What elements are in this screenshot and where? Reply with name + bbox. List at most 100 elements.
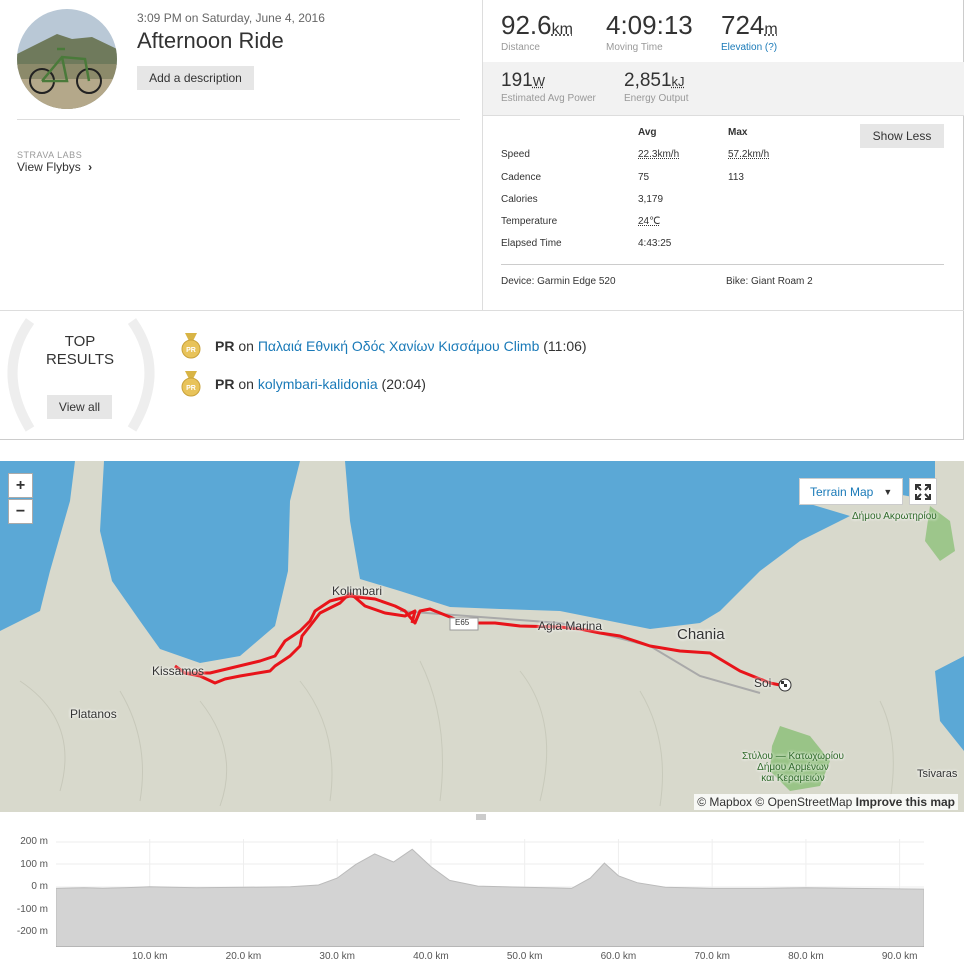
pr-time: (11:06) bbox=[543, 338, 587, 354]
distance-value: 92.6 bbox=[501, 10, 552, 40]
view-flybys-label: View Flybys bbox=[17, 160, 81, 174]
row-label-calories: Calories bbox=[501, 194, 538, 205]
finish-flag-icon bbox=[778, 678, 792, 692]
elevation-stat: 724m Elevation (?) bbox=[721, 10, 778, 53]
segment-link[interactable]: kolymbari-kalidonia bbox=[258, 376, 378, 392]
max-column-header: Max bbox=[728, 127, 748, 138]
top-results-line2: RESULTS bbox=[45, 351, 115, 368]
top-results-line1: TOP bbox=[64, 333, 96, 350]
map-label-chania: Chania bbox=[677, 626, 725, 643]
mapbox-attribution-link[interactable]: © Mapbox bbox=[697, 795, 752, 809]
x-tick-label: 60.0 km bbox=[600, 951, 637, 962]
pr-medal-label: PR bbox=[186, 347, 196, 354]
x-tick-label: 80.0 km bbox=[788, 951, 824, 962]
route-map[interactable]: Kolimbari Kissamos Platanos Agia Marina … bbox=[0, 461, 964, 812]
bike-info: Bike: Giant Roam 2 bbox=[726, 276, 813, 287]
calories-avg: 3,179 bbox=[638, 194, 664, 205]
moving-time-stat: 4:09:13 Moving Time bbox=[606, 10, 693, 53]
energy-stat: 2,851kJ Energy Output bbox=[624, 70, 688, 104]
distance-stat: 92.6km Distance bbox=[501, 10, 573, 53]
row-label-temperature: Temperature bbox=[501, 216, 558, 227]
speed-max: 57.2km/h bbox=[728, 149, 770, 160]
map-attribution: © Mapbox © OpenStreetMap Improve this ma… bbox=[694, 794, 958, 810]
map-label-stylos-line2: Δήμου Αρμένων bbox=[757, 762, 829, 773]
fullscreen-button[interactable] bbox=[909, 478, 937, 505]
x-tick-label: 30.0 km bbox=[319, 951, 355, 962]
elapsed-time-avg: 4:43:25 bbox=[638, 238, 672, 249]
power-unit: W bbox=[532, 74, 545, 89]
x-tick-label: 10.0 km bbox=[131, 951, 168, 962]
row-label-cadence: Cadence bbox=[501, 172, 542, 183]
map-label-stylos: Στύλου — Κατωχωρίου Δήμου Αρμένων και Κε… bbox=[742, 751, 844, 784]
energy-unit: kJ bbox=[671, 74, 685, 89]
elevation-help-link[interactable]: Elevation (?) bbox=[721, 42, 778, 53]
power-row: 191W Estimated Avg Power 2,851kJ Energy … bbox=[483, 62, 964, 116]
divider bbox=[501, 264, 944, 265]
power-label: Estimated Avg Power bbox=[501, 93, 596, 104]
map-label-road: E65 bbox=[455, 618, 470, 627]
segment-link[interactable]: Παλαιά Εθνική Οδός Χανίων Κισσάμου Climb bbox=[258, 338, 540, 354]
cadence-avg: 75 bbox=[638, 172, 650, 183]
top-results-title: TOP RESULTS bbox=[0, 333, 160, 369]
avg-column-header: Avg bbox=[638, 127, 657, 138]
osm-attribution-link[interactable]: © OpenStreetMap bbox=[755, 795, 852, 809]
energy-label: Energy Output bbox=[624, 93, 689, 104]
energy-value: 2,851 bbox=[624, 70, 672, 91]
map-label-souda: Soi bbox=[754, 676, 772, 690]
row-label-speed: Speed bbox=[501, 149, 530, 160]
activity-date: 3:09 PM on Saturday, June 4, 2016 bbox=[137, 11, 325, 25]
moving-time-label: Moving Time bbox=[606, 42, 663, 53]
pr-label: PR bbox=[215, 376, 235, 392]
view-flybys-link[interactable]: View Flybys › bbox=[17, 160, 92, 174]
x-tick-label: 50.0 km bbox=[506, 951, 543, 962]
power-stat: 191W Estimated Avg Power bbox=[501, 70, 596, 104]
improve-map-link[interactable]: Improve this map bbox=[856, 795, 955, 809]
chevron-right-icon: › bbox=[88, 160, 93, 174]
show-less-button[interactable]: Show Less bbox=[860, 124, 944, 148]
map-label-stylos-line1: Στύλου — Κατωχωρίου bbox=[742, 751, 844, 762]
resize-handle-icon[interactable] bbox=[475, 813, 487, 821]
elevation-value: 724 bbox=[721, 10, 765, 40]
view-all-button[interactable]: View all bbox=[47, 395, 112, 419]
pr-medal-icon: PR bbox=[181, 333, 201, 359]
cadence-max: 113 bbox=[728, 172, 744, 183]
map-label-stylos-line3: και Κεραμειών bbox=[761, 773, 825, 784]
elevation-unit: m bbox=[764, 21, 778, 38]
map-label-platanos: Platanos bbox=[70, 707, 117, 721]
zoom-in-button[interactable]: + bbox=[8, 473, 33, 498]
pr-time: (20:04) bbox=[381, 376, 426, 392]
row-label-elapsed-time: Elapsed Time bbox=[501, 238, 562, 249]
strava-labs-label: STRAVA LABS bbox=[17, 150, 83, 160]
moving-time-value: 4:09:13 bbox=[606, 10, 693, 40]
x-tick-label: 40.0 km bbox=[413, 951, 449, 962]
divider bbox=[17, 119, 460, 120]
pr-medal-icon: PR bbox=[181, 371, 201, 397]
activity-title: Afternoon Ride bbox=[137, 28, 284, 53]
add-description-button[interactable]: Add a description bbox=[137, 66, 254, 90]
elevation-chart[interactable]: 200 m 100 m 0 m -100 m -200 m 10.0 km 20.… bbox=[0, 825, 964, 976]
distance-unit: km bbox=[551, 21, 573, 38]
fullscreen-icon bbox=[915, 483, 931, 500]
map-label-akrotiri: Δήμου Ακρωτηρίου bbox=[852, 511, 937, 522]
zoom-out-button[interactable]: − bbox=[8, 499, 33, 524]
x-tick-label: 20.0 km bbox=[225, 951, 262, 962]
caret-down-icon: ▼ bbox=[883, 486, 893, 497]
pr-medal-label: PR bbox=[186, 385, 196, 392]
map-type-label: Terrain Map bbox=[810, 484, 874, 499]
pr-on-label: on bbox=[238, 338, 254, 354]
device-info: Device: Garmin Edge 520 bbox=[501, 276, 616, 287]
temperature-avg: 24℃ bbox=[638, 216, 661, 227]
distance-label: Distance bbox=[501, 42, 540, 53]
map-label-agia-marina: Agia Marina bbox=[538, 619, 603, 633]
stats-panel: 92.6km Distance 4:09:13 Moving Time 724m… bbox=[482, 0, 964, 310]
x-axis-labels: 10.0 km 20.0 km 30.0 km 40.0 km 50.0 km 60.0 … bbox=[0, 825, 964, 976]
list-item: PR PR on Παλαιά Εθνική Οδός Χανίων Κισσά… bbox=[180, 333, 587, 359]
power-value: 191 bbox=[501, 70, 533, 91]
pr-on-label: on bbox=[238, 376, 254, 392]
x-tick-label: 90.0 km bbox=[881, 951, 918, 962]
map-type-dropdown[interactable]: Terrain Map ▼ bbox=[799, 478, 903, 505]
map-label-kolimbari: Kolimbari bbox=[332, 584, 383, 598]
activity-photo[interactable] bbox=[17, 9, 117, 109]
map-label-kissamos: Kissamos bbox=[152, 664, 205, 678]
speed-avg: 22.3km/h bbox=[638, 149, 680, 160]
